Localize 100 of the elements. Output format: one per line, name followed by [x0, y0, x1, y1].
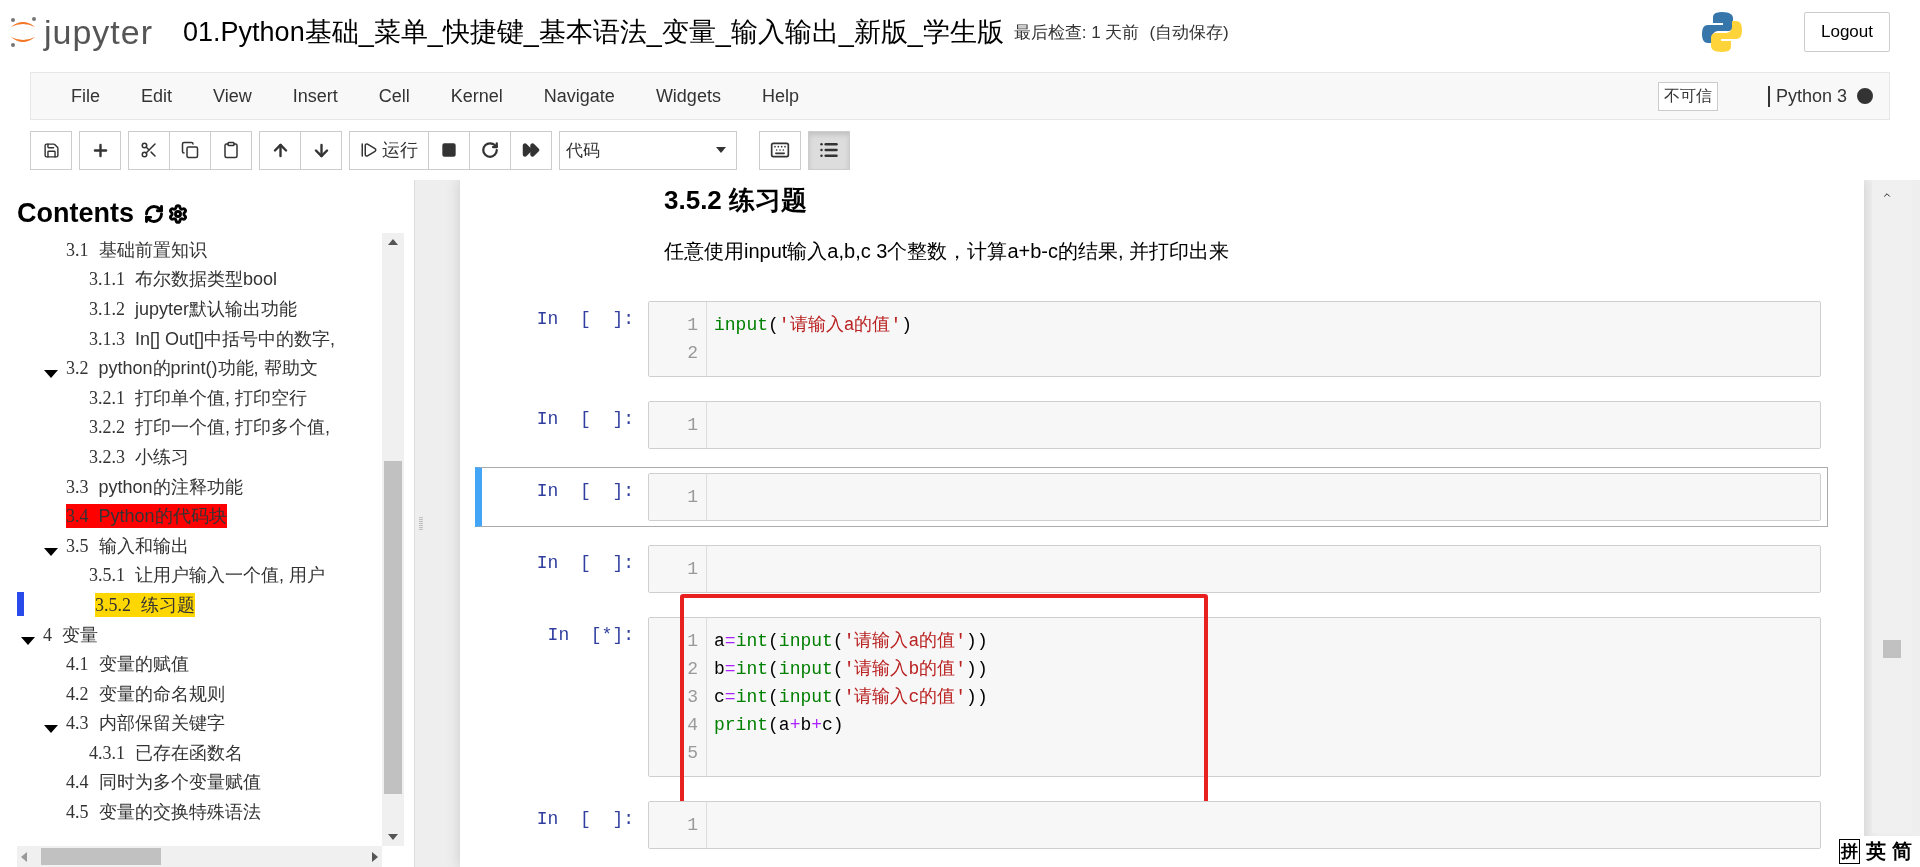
keyboard-shortcuts-button[interactable]: [759, 130, 801, 170]
toc-entry[interactable]: 3.2.3 小练习: [89, 444, 189, 469]
toc-entry[interactable]: 4.4 同时为多个变量赋值: [66, 770, 261, 795]
trust-badge[interactable]: 不可信: [1657, 81, 1718, 111]
toc-entry[interactable]: 3.5 输入和输出: [66, 533, 189, 558]
sidebar-resize-handle[interactable]: [419, 516, 423, 531]
toc-horizontal-scrollbar[interactable]: [17, 846, 382, 867]
scroll-right-arrow-icon[interactable]: [372, 851, 378, 862]
line-number: 1: [686, 814, 698, 837]
expanded-caret-icon[interactable]: [44, 547, 58, 556]
python-logo: [1700, 10, 1744, 54]
cell-prompt: In [ ]:: [535, 808, 635, 831]
toc-entry[interactable]: 4.3.1 已存在函数名: [89, 740, 243, 765]
copy-button[interactable]: [169, 130, 211, 170]
ime-toolbar[interactable]: 拼 英 简: [1831, 836, 1920, 867]
code-input[interactable]: 1 2 input('请输入a的值'): [648, 301, 1821, 377]
stop-button[interactable]: [428, 130, 470, 170]
code-line: print(a+b+c): [714, 714, 845, 737]
cell-prompt: In [ ]:: [535, 480, 635, 503]
ime-mode[interactable]: 简: [1892, 838, 1912, 865]
expanded-caret-icon[interactable]: [44, 725, 58, 734]
restart-run-all-button[interactable]: [510, 130, 552, 170]
line-number: 1: [686, 314, 698, 337]
scissors-icon: [140, 141, 158, 159]
menu-item[interactable]: View: [193, 85, 273, 107]
insert-cell-button[interactable]: [79, 130, 121, 170]
cell-prompt: In [ ]:: [535, 408, 635, 431]
scroll-up-arrow-icon[interactable]: [388, 239, 398, 245]
code-input[interactable]: 1 2 3 4 5 a=int(input('请输入a的值')) b=int(input('请输入b的值')) c=int(input('请输入c的值')) print(a+b+c): [648, 617, 1821, 777]
toc-entry[interactable]: 3.1.1 布尔数据类型bool: [89, 267, 278, 292]
fast-forward-icon: [522, 141, 540, 159]
code-line: input('请输入a的值'): [714, 314, 913, 337]
cut-button[interactable]: [128, 130, 170, 170]
restart-icon: [481, 141, 499, 159]
scroll-down-arrow-icon[interactable]: [388, 834, 398, 841]
move-down-button[interactable]: [300, 130, 342, 170]
menu-item[interactable]: Cell: [358, 85, 431, 107]
autosave-status: (自动保存): [1149, 21, 1229, 44]
section-heading: 3.5.2 练习题: [664, 184, 809, 217]
stop-icon: [441, 142, 457, 158]
menu-item[interactable]: File: [51, 85, 121, 107]
dropdown-caret-icon: [716, 147, 726, 153]
keyboard-icon: [770, 140, 790, 160]
menu-item[interactable]: Insert: [272, 85, 359, 107]
clipboard-icon: [222, 141, 240, 159]
copy-icon: [181, 141, 199, 159]
toc-entry[interactable]: 3.2.2 打印一个值, 打印多个值,: [89, 415, 330, 440]
code-line: c=int(input('请输入c的值')): [714, 686, 988, 709]
scroll-up-icon[interactable]: [1882, 190, 1892, 200]
menu-item[interactable]: Kernel: [430, 85, 524, 107]
line-number: 2: [686, 658, 698, 681]
table-of-contents-button[interactable]: [808, 130, 850, 170]
save-button[interactable]: [30, 130, 72, 170]
cell-prompt: In [ ]:: [535, 552, 635, 575]
ime-mode[interactable]: 英: [1866, 838, 1886, 865]
toc-entry[interactable]: 4.2 变量的命名规则: [66, 681, 225, 706]
paste-button[interactable]: [210, 130, 252, 170]
logout-button[interactable]: Logout: [1804, 12, 1890, 52]
sidebar-title: Contents: [17, 198, 134, 229]
cell-type-dropdown[interactable]: 代码: [559, 130, 737, 170]
line-number: 4: [686, 714, 698, 737]
line-number: 2: [686, 342, 698, 365]
kernel-name: Python 3: [1767, 85, 1847, 107]
logo-text: jupyter: [44, 12, 154, 52]
toc-entry[interactable]: 3.1.3 In[] Out[]中括号中的数字,: [89, 326, 336, 351]
line-number: 5: [686, 742, 698, 765]
toc-entry[interactable]: 4.5 变量的交换特殊语法: [66, 800, 261, 825]
menu-item[interactable]: Help: [741, 85, 820, 107]
jupyter-logo-icon: [8, 15, 38, 49]
toc-entry[interactable]: 4 变量: [43, 622, 98, 647]
toc-entry[interactable]: 3.1 基础前置知识: [66, 237, 207, 262]
list-icon: [819, 140, 839, 160]
menu-item[interactable]: Widgets: [635, 85, 742, 107]
expanded-caret-icon[interactable]: [21, 636, 35, 645]
selected-cell[interactable]: In [ ]: 1: [475, 467, 1828, 527]
run-button[interactable]: 运行: [349, 130, 429, 170]
code-line: b=int(input('请输入b的值')): [714, 658, 988, 681]
menu-item[interactable]: Navigate: [523, 85, 636, 107]
toc-entry[interactable]: 3.3 python的注释功能: [66, 474, 243, 499]
cell-prompt: In [*]:: [546, 624, 635, 647]
cell-prompt: In [ ]:: [535, 308, 635, 331]
move-up-button[interactable]: [259, 130, 301, 170]
toc-entry[interactable]: 3.2.1 打印单个值, 打印空行: [89, 385, 307, 410]
toc-entry[interactable]: 4.3 内部保留关键字: [66, 711, 225, 736]
step-forward-icon: [360, 141, 378, 159]
toc-entry[interactable]: 3.5.2 练习题: [95, 592, 195, 617]
toc-scrollbar[interactable]: [382, 233, 404, 847]
instruction-text: 任意使用input输入a,b,c 3个整数，计算a+b-c的结果, 并打印出来: [664, 239, 1231, 264]
menu-item[interactable]: Edit: [121, 85, 194, 107]
toc-entry[interactable]: 3.2 python的print()功能, 帮助文: [66, 356, 318, 381]
refresh-icon[interactable]: [144, 203, 164, 224]
ime-mode[interactable]: 拼: [1839, 839, 1860, 864]
line-number: 1: [686, 414, 698, 437]
toc-entry[interactable]: 4.1 变量的赋值: [66, 652, 189, 677]
settings-icon[interactable]: [168, 203, 188, 224]
toc-entry[interactable]: 3.5.1 让用户输入一个值, 用户: [89, 563, 325, 588]
notebook-title[interactable]: 01.Python基础_菜单_快捷键_基本语法_变量_输入输出_新版_学生版: [183, 14, 1004, 50]
restart-button[interactable]: [469, 130, 511, 170]
toc-entry[interactable]: 3.1.2 jupyter默认输出功能: [89, 297, 298, 321]
expanded-caret-icon[interactable]: [44, 370, 58, 379]
